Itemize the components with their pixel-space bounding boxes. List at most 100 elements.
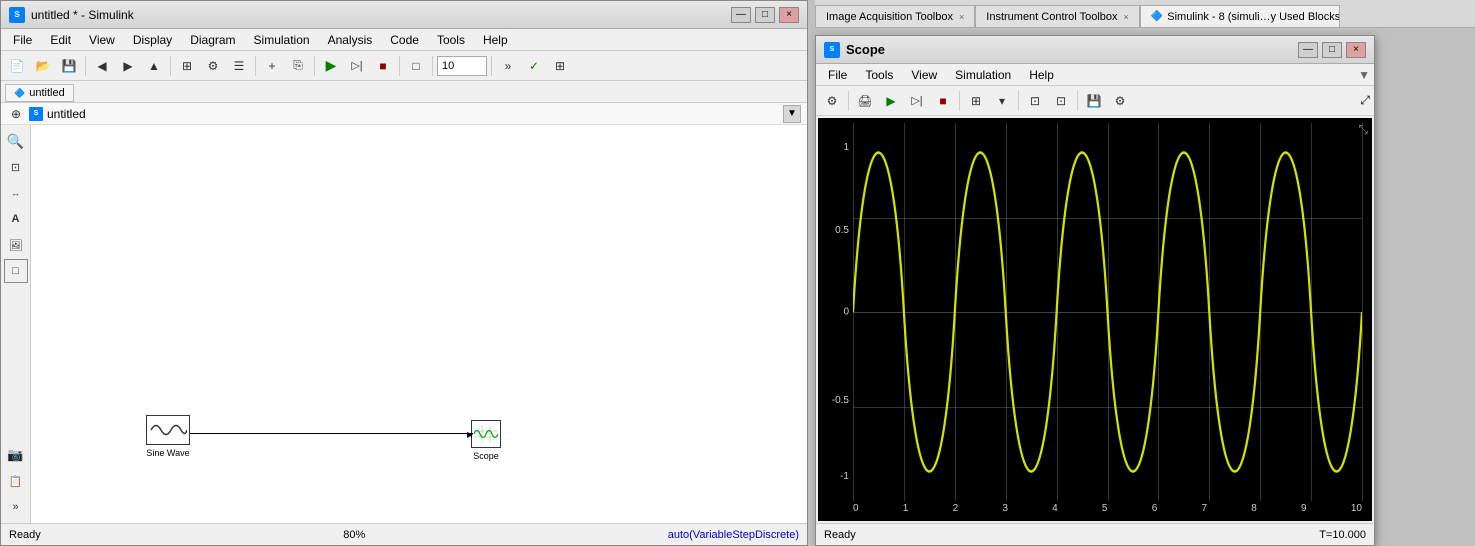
x-label-6: 6 [1152,503,1158,519]
scope-button[interactable]: □ [404,54,428,78]
menu-edit[interactable]: Edit [42,31,79,49]
scope-print-button[interactable]: 🖨 [853,89,877,113]
scope-window: S Scope — □ × File Tools View Simulation… [815,35,1375,546]
menu-simulation[interactable]: Simulation [246,31,318,49]
left-btn-3[interactable]: ↔ [4,181,28,205]
save-button[interactable]: 💾 [57,54,81,78]
menu-analysis[interactable]: Analysis [320,31,381,49]
tab1-close-icon[interactable]: × [959,12,964,22]
y-axis-labels: 1 0.5 0 -0.5 -1 [818,123,853,501]
scope-save-layout-button[interactable]: 💾 [1082,89,1106,113]
menu-help[interactable]: Help [475,31,516,49]
new-button[interactable]: 📄 [5,54,29,78]
scope-settings-button[interactable]: ⚙ [820,89,844,113]
undo-button[interactable]: ◀ [90,54,114,78]
step-button[interactable]: ▷| [345,54,369,78]
sine-wave-label: Sine Wave [133,448,203,458]
menu-diagram[interactable]: Diagram [182,31,243,49]
simulink-title-bar: S untitled * - Simulink — □ × [1,1,807,29]
scope-menu-view[interactable]: View [903,66,945,84]
scope-close-button[interactable]: × [1346,42,1366,58]
add-button[interactable]: + [260,54,284,78]
x-label-0: 0 [853,503,859,519]
scope-maximize-button[interactable]: □ [1322,42,1342,58]
scope-stop-button[interactable]: ■ [931,89,955,113]
open-button[interactable]: 📂 [31,54,55,78]
browser-tab-3[interactable]: 🔷 Simulink - 8 (simuli…y Used Blocks/Sco… [1140,5,1340,27]
scope-app-icon: S [824,42,840,58]
log-button[interactable]: 📋 [4,469,28,493]
sine-wave-block[interactable]: Sine Wave [146,415,190,445]
check-button[interactable]: ✓ [522,54,546,78]
diagram-tab[interactable]: 🔷 untitled [5,84,74,102]
scope-config-button[interactable]: ⚙ [1108,89,1132,113]
run-button[interactable]: ▶ [319,54,343,78]
sim-time-input[interactable] [437,56,487,76]
tab2-close-icon[interactable]: × [1124,12,1129,22]
browser-tab-2[interactable]: Instrument Control Toolbox × [975,5,1140,27]
menu-view[interactable]: View [81,31,123,49]
menu-tools[interactable]: Tools [429,31,473,49]
scope-zoom-dropdown[interactable]: ▾ [990,89,1014,113]
scope-minimize-button[interactable]: — [1298,42,1318,58]
toolbar-sep-6 [432,56,433,76]
breadcrumb-label: untitled [47,107,86,121]
scope-menu-bar: File Tools View Simulation Help ▼ [816,64,1374,86]
simulink-menu-bar: File Edit View Display Diagram Simulatio… [1,29,807,51]
up-button[interactable]: ▲ [142,54,166,78]
scope-zoom-button[interactable]: ⊞ [964,89,988,113]
scope-expand-icon[interactable]: ⤡ [1358,122,1368,137]
view-button[interactable]: ☰ [227,54,251,78]
toolbar-sep-3 [255,56,256,76]
scope-fit-button[interactable]: ⊡ [1023,89,1047,113]
scroll-indicator[interactable]: ▼ [783,105,801,123]
camera-button[interactable]: 📷 [4,443,28,467]
scope-menu-tools[interactable]: Tools [857,66,901,84]
text-button[interactable]: A [4,207,28,231]
grid-v-10 [1362,123,1363,501]
scope-title-bar: S Scope — □ × [816,36,1374,64]
scope-menu-help[interactable]: Help [1021,66,1062,84]
library-button[interactable]: ⊞ [175,54,199,78]
zoom-in-button[interactable]: 🔍 [4,129,28,153]
image-button[interactable]: 🖼 [4,233,28,257]
close-button[interactable]: × [779,7,799,23]
x-label-7: 7 [1201,503,1207,519]
menu-file[interactable]: File [5,31,40,49]
x-label-10: 10 [1351,503,1362,519]
breadcrumb-expand-button[interactable]: ⊕ [7,105,25,123]
box-button[interactable]: □ [4,259,28,283]
scope-step-button[interactable]: ▷| [905,89,929,113]
toolbar-sep-4 [314,56,315,76]
scope-block[interactable]: Scope [471,420,501,448]
stop-button[interactable]: ■ [371,54,395,78]
scope-expand-button[interactable]: ⤢ [1360,93,1370,108]
toolbar-sep-5 [399,56,400,76]
fit-button[interactable]: ⊡ [4,155,28,179]
scope-menu-simulation[interactable]: Simulation [947,66,1019,84]
scope-run-button[interactable]: ▶ [879,89,903,113]
y-label-0: 0 [843,307,849,318]
tab-simulink-icon: 🔷 [14,88,25,99]
menu-code[interactable]: Code [382,31,427,49]
model-settings-button[interactable]: ⚙ [201,54,225,78]
scope-cursor-button[interactable]: ⊡ [1049,89,1073,113]
breadcrumb-bar: ⊕ S untitled ▼ [1,103,807,125]
scope-collapse-button[interactable]: ▼ [1358,68,1370,82]
copy-button[interactable]: ⎘ [286,54,310,78]
more-left-button[interactable]: » [4,495,28,519]
connection-line-h [190,433,473,434]
simulink-app-icon: S [9,7,25,23]
minimize-button[interactable]: — [731,7,751,23]
menu-display[interactable]: Display [125,31,180,49]
maximize-button[interactable]: □ [755,7,775,23]
y-label-neg1: -1 [840,471,849,482]
scope-menu-file[interactable]: File [820,66,855,84]
x-label-9: 9 [1301,503,1307,519]
redo-button[interactable]: ▶ [116,54,140,78]
toolbar-sep-1 [85,56,86,76]
tab1-label: Image Acquisition Toolbox [826,11,953,23]
browser-tab-1[interactable]: Image Acquisition Toolbox × [815,5,975,27]
more-button[interactable]: » [496,54,520,78]
grid-button[interactable]: ⊞ [548,54,572,78]
